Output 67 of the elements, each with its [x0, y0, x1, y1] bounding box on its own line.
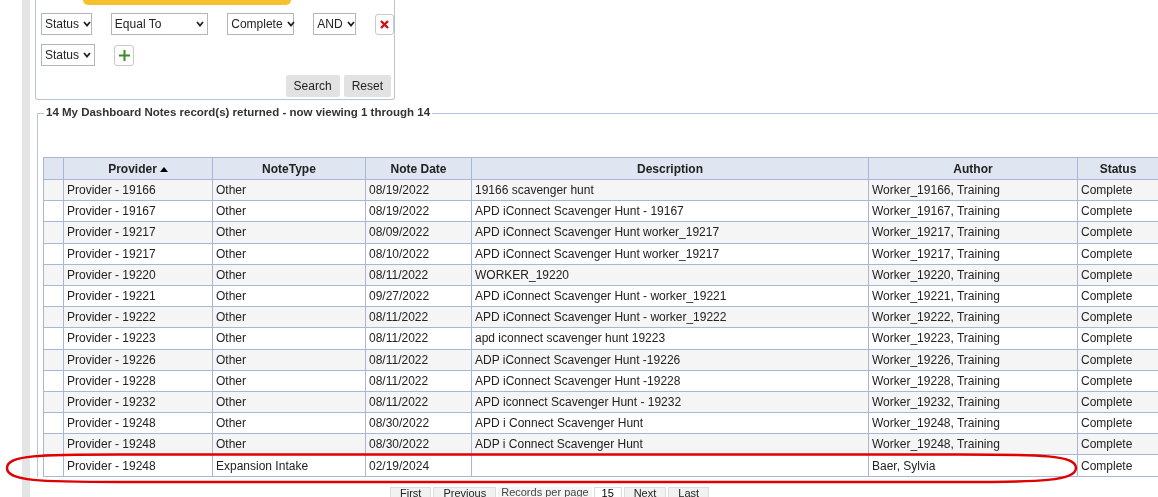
table-cell [43, 285, 64, 307]
table-cell: Worker_19248, Training [868, 412, 1078, 434]
chevron-icon [346, 21, 355, 27]
records-per-page-field[interactable]: 15 [593, 486, 622, 497]
chevron-icon [83, 21, 92, 27]
search-button[interactable]: Search [285, 75, 340, 97]
table-cell: Worker_19228, Training [868, 370, 1078, 392]
table-cell [43, 391, 64, 413]
table-cell: APD iConnect Scavenger Hunt - worker_19221 [471, 285, 869, 307]
operator-select[interactable]: Equal To [110, 13, 209, 35]
column-header[interactable]: Description [471, 157, 869, 180]
table-cell [43, 221, 64, 244]
table-cell: apd iconnect scavenger hunt 19223 [471, 327, 869, 349]
column-header[interactable]: NoteType [212, 157, 366, 180]
table-cell: APD iconnect Scavenger Hunt - 19232 [471, 391, 869, 413]
chevron-icon [83, 52, 92, 58]
field-select[interactable]: Status [41, 13, 92, 35]
table-cell [43, 370, 64, 392]
table-cell: Worker_19217, Training [868, 221, 1078, 244]
last-page-button[interactable]: Last [668, 486, 710, 497]
column-header[interactable]: Author [868, 157, 1078, 180]
next-page-button[interactable]: Next [623, 486, 667, 497]
table-cell: Worker_19167, Training [868, 200, 1078, 222]
first-page-button[interactable]: First [390, 486, 432, 497]
table-cell [43, 179, 64, 201]
chevron-icon [286, 21, 295, 27]
table-cell: WORKER_19220 [471, 264, 869, 286]
table-cell: Worker_19223, Training [868, 327, 1078, 349]
table-cell [43, 349, 64, 371]
table-cell: APD i Connect Scavenger Hunt [471, 412, 869, 434]
table-cell: ADP iConnect Scavenger Hunt -19226 [471, 349, 869, 371]
sort-ascending-icon [159, 166, 168, 172]
table-cell [43, 306, 64, 328]
table-cell [43, 200, 64, 222]
table-cell: Worker_19217, Training [868, 243, 1078, 265]
column-header[interactable]: Note Date [365, 157, 472, 180]
table-cell [43, 327, 64, 349]
table-cell: APD iConnect Scavenger Hunt - worker_19222 [471, 306, 869, 328]
value-select[interactable]: Complete [227, 13, 295, 35]
chevron-icon [196, 21, 205, 27]
remove-button[interactable] [375, 13, 394, 35]
close-icon [380, 19, 390, 29]
table-cell: Worker_19222, Training [868, 306, 1078, 328]
plus-icon [118, 49, 130, 61]
column-header[interactable]: Provider [63, 157, 213, 180]
table-cell: Worker_19226, Training [868, 349, 1078, 371]
add-button[interactable] [114, 44, 135, 66]
table-cell: Worker_19220, Training [868, 264, 1078, 286]
reset-button[interactable]: Reset [343, 75, 391, 97]
table-cell [43, 243, 64, 265]
table-cell [43, 264, 64, 286]
results-legend: 14 My Dashboard Notes record(s) returned - now viewing 1 through 14 [44, 106, 433, 118]
table-cell: APD iConnect Scavenger Hunt - 19167 [471, 200, 869, 222]
records-per-page-label: Records per page [498, 486, 592, 497]
table-cell [43, 412, 64, 434]
table-cell: APD iConnect Scavenger Hunt worker_19217 [471, 243, 869, 265]
conjunction-select[interactable]: AND [313, 13, 357, 35]
table-cell: 19166 scavenger hunt [471, 179, 869, 201]
table-cell: APD iConnect Scavenger Hunt -19228 [471, 370, 869, 392]
previous-page-button[interactable]: Previous [433, 486, 497, 497]
table-cell: Worker_19166, Training [868, 179, 1078, 201]
table-cell: Worker_19232, Training [868, 391, 1078, 413]
column-header[interactable]: Status [1077, 157, 1158, 180]
field-select[interactable]: Status [41, 44, 96, 66]
table-cell: APD iConnect Scavenger Hunt worker_19217 [471, 221, 869, 244]
table-cell [43, 433, 64, 455]
table-cell: Worker_19221, Training [868, 285, 1078, 307]
